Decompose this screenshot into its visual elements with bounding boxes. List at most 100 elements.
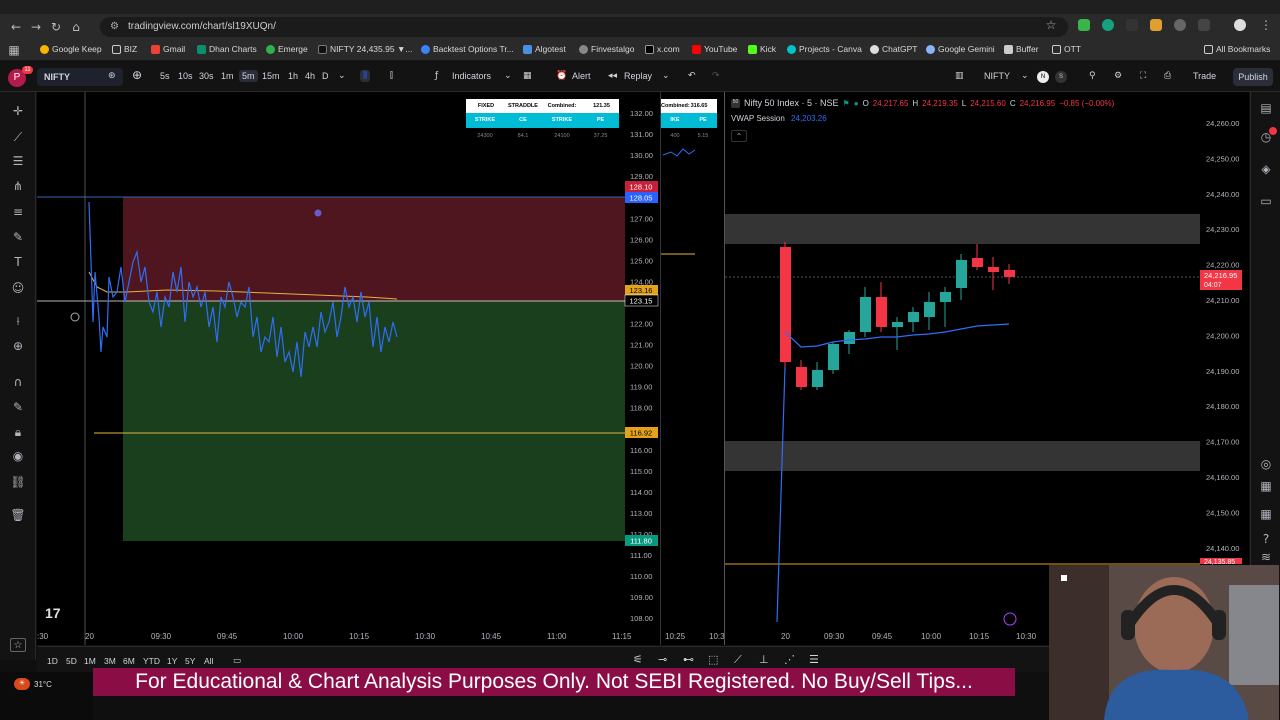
forward-icon[interactable]: → (26, 20, 46, 34)
candle[interactable] (844, 332, 855, 344)
url-input[interactable]: ⚙ tradingview.com/chart/sl19XUQn/ (100, 17, 1068, 37)
stop-loss-zone[interactable] (123, 197, 625, 301)
range-button[interactable]: 6M (123, 656, 135, 666)
tradingview-logo[interactable]: 17 (45, 605, 61, 621)
bookmark-item[interactable]: Finvestalgo (579, 44, 634, 54)
undo-icon[interactable]: ↶ (688, 71, 696, 81)
candles-icon[interactable]: ⫼ (360, 70, 371, 82)
range-button[interactable]: 1Y (167, 656, 177, 666)
bookmark-item[interactable]: Backtest Options Tr... (421, 44, 514, 54)
range-button[interactable]: 5Y (185, 656, 195, 666)
candle[interactable] (892, 322, 903, 327)
extension-icon[interactable] (1078, 19, 1090, 31)
time-axis[interactable]: :30 20 09:30 09:45 10:00 10:15 10:30 10:45 11:00… (37, 632, 632, 641)
chevron-down-icon[interactable]: ⌄ (504, 71, 512, 81)
calendar-goto-icon[interactable]: ▭ (233, 656, 241, 666)
sync-badge[interactable]: N (1037, 71, 1049, 83)
gear-icon[interactable]: ⚙ (1114, 71, 1122, 81)
reload-icon[interactable]: ↻ (46, 20, 66, 34)
help-icon[interactable]: ? (1258, 532, 1274, 548)
search-icon[interactable]: ⚲ (1089, 71, 1096, 81)
drawing-tool-icon[interactable]: ⟋ (734, 653, 742, 667)
magnet-icon[interactable]: ∩ (10, 375, 26, 389)
replay-button[interactable]: Replay (624, 71, 652, 81)
all-bookmarks-folder[interactable]: All Bookmarks (1204, 44, 1270, 54)
bookmark-item[interactable]: Dhan Charts (197, 44, 257, 54)
bookmark-item[interactable]: YouTube (692, 44, 737, 54)
bookmark-item[interactable]: Gmail (151, 44, 185, 54)
bookmark-item[interactable]: Kick (748, 44, 776, 54)
range-button[interactable]: 1D (47, 656, 58, 666)
nifty-index-chart[interactable]: 24,260.00 24,250.00 24,240.00 24,230.00 24,2… (724, 92, 1249, 645)
bookmark-star-icon[interactable]: ☆ (1041, 18, 1061, 32)
candle[interactable] (956, 260, 967, 288)
drawing-tool-icon[interactable]: ⚟ (633, 653, 643, 666)
lock-drawing-icon[interactable]: ✎ (10, 400, 26, 414)
bookmark-item[interactable]: Google Gemini (926, 44, 995, 54)
secondary-chart-pane[interactable]: Combined: 316.65 IKE PE 400 5.15 10:25 1… (660, 92, 730, 645)
drawing-tool-icon[interactable]: ⊥ (759, 653, 769, 666)
candle[interactable] (876, 297, 887, 327)
interval-button-selected[interactable]: 5m (239, 70, 258, 82)
mid-chart-svg[interactable]: 10:25 10:30 (661, 92, 730, 645)
option-premium-chart[interactable]: 132.00131.00130.00129.00128.00127.00126.… (37, 92, 660, 645)
bookmark-item[interactable]: Google Keep (40, 44, 102, 54)
interval-button[interactable]: 30s (199, 71, 214, 81)
home-icon[interactable]: ⌂ (66, 20, 86, 34)
candlestick-series[interactable] (776, 242, 1015, 623)
bookmark-item[interactable]: Projects - Canva (787, 44, 862, 54)
drawing-tool-icon[interactable]: ⬚ (708, 653, 718, 666)
chat-icon[interactable]: ▭ (1258, 194, 1274, 210)
drawing-tool-icon[interactable]: ⋰ (784, 653, 795, 666)
range-button[interactable]: All (204, 656, 213, 666)
extension-icon[interactable] (1102, 19, 1114, 31)
zone-rectangle[interactable] (725, 214, 1200, 244)
candle[interactable] (908, 312, 919, 322)
emoji-icon[interactable]: ☺ (10, 281, 26, 295)
zoom-in-icon[interactable]: ⊕ (10, 339, 26, 353)
trend-line-icon[interactable]: ⟋ (10, 130, 26, 144)
interval-button[interactable]: 10s (178, 71, 193, 81)
drawing-tool-icon[interactable]: ☰ (809, 653, 819, 666)
range-button[interactable]: 5D (66, 656, 77, 666)
collapse-legend-icon[interactable]: ⌃ (731, 130, 747, 142)
range-button[interactable]: 3M (104, 656, 116, 666)
bookmark-folder[interactable]: OTT (1052, 44, 1081, 54)
link-icon[interactable]: ⛓ (10, 475, 26, 489)
candle[interactable] (812, 370, 823, 387)
extension-icon[interactable] (1126, 19, 1138, 31)
brush-icon[interactable]: ✎ (10, 230, 26, 244)
calendar-icon[interactable]: ▦ (1258, 507, 1274, 523)
signal-icon[interactable]: ≋ (1258, 550, 1274, 566)
layers-icon[interactable]: ◈ (1258, 162, 1274, 178)
interval-button[interactable]: 1h (288, 71, 298, 81)
publish-button[interactable]: Publish (1233, 68, 1273, 86)
candle[interactable] (1004, 270, 1015, 277)
trash-icon[interactable]: 🗑︎ (10, 508, 26, 522)
candle[interactable] (924, 302, 935, 317)
candle[interactable] (940, 292, 951, 302)
drawing-tool-icon[interactable]: ⊸ (658, 653, 667, 666)
candle[interactable] (988, 267, 999, 272)
trade-button[interactable]: Trade (1193, 71, 1216, 81)
price-axis[interactable]: 24,260.00 24,250.00 24,240.00 24,230.00 24,2… (1206, 119, 1239, 553)
candle[interactable] (860, 297, 871, 332)
favorites-star-icon[interactable]: ☆ (10, 638, 26, 652)
chevron-down-icon[interactable]: ⌄ (338, 71, 346, 81)
site-info-icon[interactable]: ⚙ (110, 17, 119, 37)
alert-button[interactable]: Alert (572, 71, 591, 81)
redo-icon[interactable]: ↷ (712, 71, 720, 81)
candle[interactable] (796, 367, 807, 387)
text-tool-icon[interactable]: T (10, 255, 26, 269)
bookmark-item[interactable]: Buffer (1004, 44, 1039, 54)
browser-menu-icon[interactable]: ⋮ (1256, 18, 1276, 32)
weather-icon[interactable]: ☀ (14, 678, 30, 690)
extensions-puzzle-icon[interactable] (1198, 19, 1210, 31)
drawing-handle[interactable] (70, 312, 80, 322)
pitchfork-icon[interactable]: ⋔ (10, 179, 26, 193)
bookmark-item[interactable]: x.com (645, 44, 680, 54)
apps-grid-icon[interactable]: ▦ (4, 43, 24, 57)
interval-button[interactable]: 5s (160, 71, 170, 81)
replay-icon[interactable]: ◂◂ (608, 71, 617, 81)
price-line[interactable] (662, 148, 696, 157)
